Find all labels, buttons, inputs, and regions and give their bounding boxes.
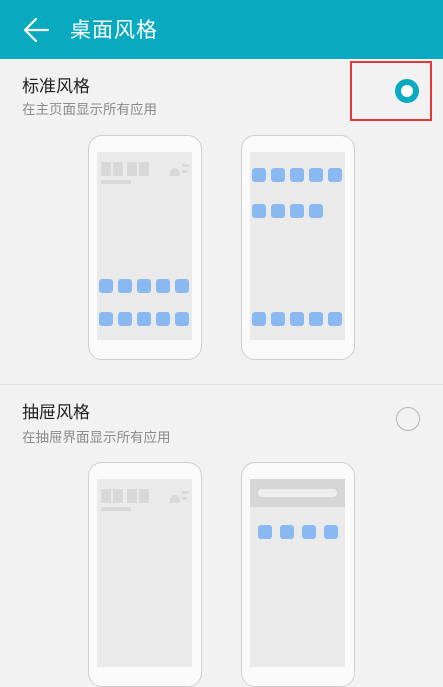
weather-text xyxy=(182,497,187,500)
app-icon xyxy=(137,279,151,293)
highlight-box xyxy=(350,61,432,121)
dock-icon xyxy=(99,312,113,326)
clock-digit xyxy=(127,489,137,503)
clock-digit xyxy=(127,162,137,176)
date-line xyxy=(101,180,131,184)
standard-preview-home[interactable] xyxy=(88,135,202,360)
preview-screen xyxy=(97,479,192,667)
clock-digit xyxy=(113,489,123,503)
preview-screen xyxy=(250,152,345,340)
dock-icon xyxy=(252,312,266,326)
app-icon xyxy=(258,525,272,539)
option-standard-title: 标准风格 xyxy=(22,77,90,97)
clock-digit xyxy=(139,489,149,503)
option-drawer-subtitle: 在抽屉界面显示所有应用 xyxy=(22,430,171,446)
app-icon xyxy=(280,525,294,539)
clock-digit xyxy=(139,162,149,176)
clock-digit xyxy=(101,162,111,176)
weather-text xyxy=(182,164,189,167)
dock-icon xyxy=(137,312,151,326)
clock-digit xyxy=(101,489,111,503)
drawer-preview-apps[interactable] xyxy=(241,462,355,687)
app-icon xyxy=(156,279,170,293)
app-icon xyxy=(271,168,285,182)
weather-text xyxy=(182,170,187,173)
clock-digit xyxy=(113,162,123,176)
search-bar xyxy=(258,489,337,497)
app-icon xyxy=(309,204,323,218)
section-divider xyxy=(0,384,443,385)
app-icon xyxy=(290,168,304,182)
weather-icon xyxy=(170,495,180,503)
app-icon xyxy=(328,168,342,182)
dock-icon xyxy=(290,312,304,326)
top-bar: 桌面风格 xyxy=(0,0,443,59)
drawer-preview-home[interactable] xyxy=(88,462,202,687)
back-arrow-icon[interactable] xyxy=(22,17,50,43)
dock-icon xyxy=(156,312,170,326)
app-icon xyxy=(309,168,323,182)
app-icon xyxy=(290,204,304,218)
date-line xyxy=(101,507,131,511)
dock-icon xyxy=(118,312,132,326)
preview-screen xyxy=(97,152,192,340)
app-icon xyxy=(302,525,316,539)
weather-icon xyxy=(170,168,180,176)
app-icon xyxy=(99,279,113,293)
app-icon xyxy=(252,204,266,218)
weather-text xyxy=(182,491,189,494)
app-icon xyxy=(118,279,132,293)
option-standard-subtitle: 在主页面显示所有应用 xyxy=(22,102,157,118)
app-icon xyxy=(324,525,338,539)
dock-icon xyxy=(271,312,285,326)
option-drawer-title: 抽屉风格 xyxy=(22,403,90,423)
dock-icon xyxy=(175,312,189,326)
dock-icon xyxy=(328,312,342,326)
app-icon xyxy=(252,168,266,182)
drawer-style-radio[interactable] xyxy=(396,407,420,431)
page-title: 桌面风格 xyxy=(70,18,158,42)
preview-screen xyxy=(250,479,345,667)
app-icon xyxy=(271,204,285,218)
app-icon xyxy=(175,279,189,293)
dock-icon xyxy=(309,312,323,326)
standard-preview-apps[interactable] xyxy=(241,135,355,360)
